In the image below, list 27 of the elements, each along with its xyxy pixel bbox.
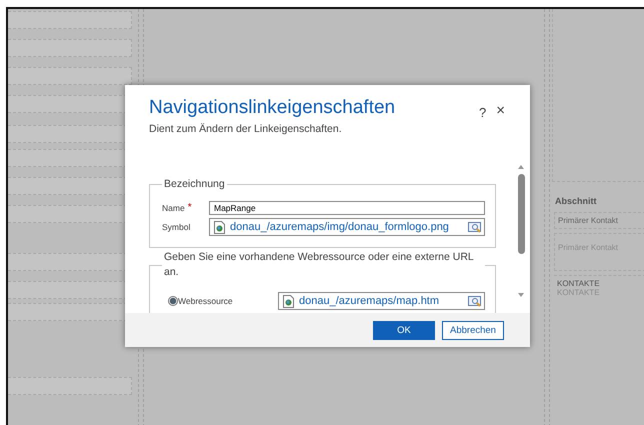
lookup-value: donau_/azuremaps/map.htm: [299, 295, 440, 307]
required-marker: *: [188, 203, 192, 212]
radio-option[interactable]: Webressource: [168, 296, 278, 306]
file-icon: [214, 220, 225, 234]
cancel-button[interactable]: Abbrechen: [442, 320, 504, 340]
lookup-field[interactable]: donau_/azuremaps/map.htm: [278, 292, 485, 310]
subgrid-title: KONTAKTE: [557, 279, 601, 288]
lookup-field[interactable]: donau_/azuremaps/img/donau_formlogo.png: [209, 218, 485, 236]
help-button[interactable]: ?: [474, 105, 492, 120]
lookup-icon[interactable]: [466, 220, 484, 234]
dialog-subtitle: Dient zum Ändern der Linkeigenschaften.: [149, 123, 343, 135]
name-field[interactable]: MapRange: [209, 201, 485, 215]
field-label: Name: [162, 203, 185, 213]
field-label: Symbol: [162, 222, 190, 232]
group-legend: Geben Sie eine vorhandene Webressource oder eine externe URL an.: [162, 250, 485, 280]
close-button[interactable]: ×: [491, 102, 510, 119]
radio-label: Webressource: [178, 296, 233, 306]
group-legend: Bezeichnung: [162, 177, 227, 192]
scrollbar[interactable]: [516, 165, 526, 297]
lookup-icon[interactable]: [466, 294, 484, 308]
lookup-value: donau_/azuremaps/img/donau_formlogo.png: [230, 221, 450, 233]
ok-button[interactable]: OK: [373, 320, 435, 340]
dialog-title: Navigationslinkeigenschaften: [149, 97, 396, 119]
section-title: Abschnitt: [555, 196, 598, 206]
field-label: Primärer Kontakt: [554, 212, 644, 229]
file-icon: [283, 294, 294, 308]
radio-button[interactable]: [168, 296, 178, 306]
